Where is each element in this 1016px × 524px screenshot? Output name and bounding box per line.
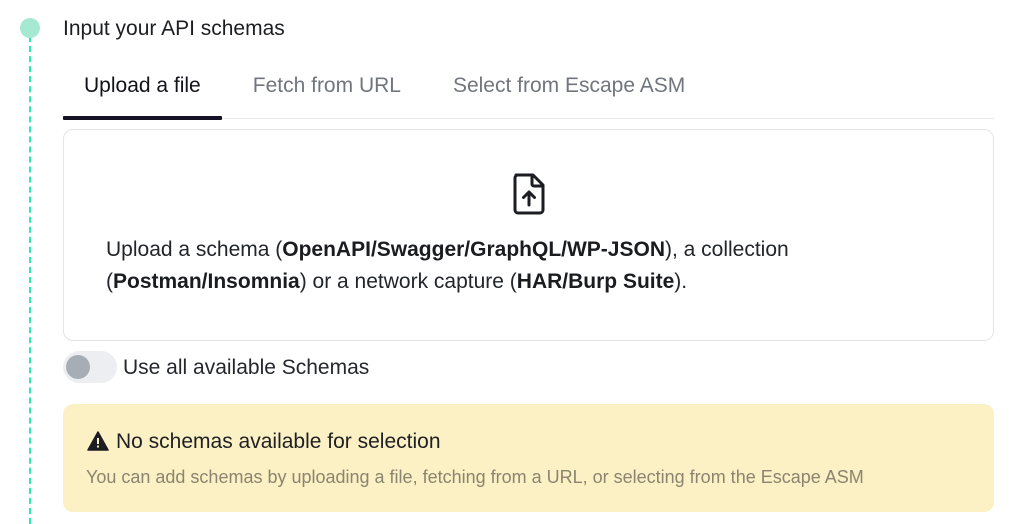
tab-select-from-escape-asm[interactable]: Select from Escape ASM <box>432 62 706 118</box>
file-upload-icon <box>513 173 545 215</box>
no-schemas-alert: No schemas available for selection You c… <box>63 404 994 512</box>
step-title: Input your API schemas <box>63 17 285 40</box>
alert-title: No schemas available for selection <box>116 430 441 453</box>
source-tabs: Upload a file Fetch from URL Select from… <box>63 62 994 120</box>
warning-triangle-icon <box>87 431 109 451</box>
dropzone-description: Upload a schema (OpenAPI/Swagger/GraphQL… <box>106 238 789 293</box>
file-dropzone[interactable]: Upload a schema (OpenAPI/Swagger/GraphQL… <box>63 129 994 341</box>
step-timeline-dot <box>20 18 40 38</box>
alert-description: You can add schemas by uploading a file,… <box>86 467 864 487</box>
use-all-schemas-toggle[interactable] <box>63 351 117 383</box>
use-all-schemas-label[interactable]: Use all available Schemas <box>123 355 369 381</box>
step-timeline-line <box>29 36 31 524</box>
toggle-knob <box>66 355 90 379</box>
schema-step-page: Input your API schemas Upload a file Fet… <box>0 0 1016 524</box>
tab-upload-file[interactable]: Upload a file <box>63 62 222 120</box>
tab-fetch-from-url[interactable]: Fetch from URL <box>232 62 422 118</box>
